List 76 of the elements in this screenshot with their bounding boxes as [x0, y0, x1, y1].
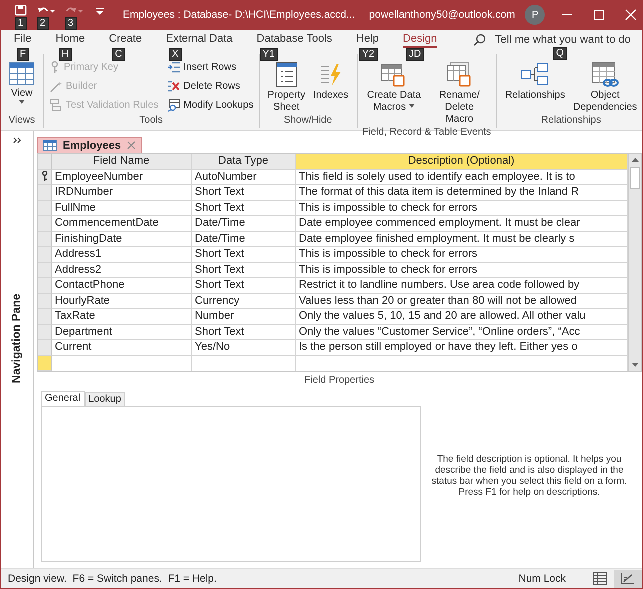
- tool-button[interactable]: Insert Rows: [166, 59, 254, 76]
- ribbon-button[interactable]: Relationships: [502, 62, 568, 102]
- data-type-cell[interactable]: Yes/No: [192, 340, 296, 356]
- description-cell[interactable]: Only the values 5, 10, 15 and 20 are allowed. All other valu: [296, 309, 628, 324]
- group-label: Field, Record & Table Events: [362, 126, 492, 140]
- field-name-cell[interactable]: Address1: [52, 247, 192, 262]
- field-name-cell[interactable]: HourlyRate: [52, 294, 192, 309]
- section-title: Field Properties: [303, 374, 376, 388]
- data-type-cell[interactable]: Date/Time: [192, 232, 296, 247]
- field-name-cell[interactable]: EmployeeNumber: [52, 170, 192, 185]
- ribbon-button[interactable]: Indexes: [310, 62, 352, 102]
- data-type-cell[interactable]: Short Text: [192, 200, 296, 216]
- field-name-cell[interactable]: Current: [52, 340, 192, 356]
- description-cell[interactable]: This is impossible to check for errors: [296, 262, 628, 278]
- data-type-cell[interactable]: Currency: [192, 294, 296, 309]
- keytip: C: [112, 48, 126, 60]
- field-name-cell[interactable]: FullNme: [52, 200, 192, 216]
- description-cell[interactable]: Only the values “Customer Service”, “Online orders”, “Acc: [296, 324, 628, 340]
- avatar[interactable]: P: [525, 5, 546, 25]
- help-text: The field description is optional. It helps you describe the field and is also displayed in the status bar when you select this field on a form. Press F1 for help on descriptions.: [430, 454, 628, 498]
- keytip: JD: [406, 48, 424, 60]
- description-cell[interactable]: Values less than 20 or greater than 80 will not be allowed: [296, 294, 628, 309]
- keytip: 3: [65, 17, 77, 30]
- keytip: H: [58, 48, 72, 60]
- field-name-cell[interactable]: Department: [52, 324, 192, 340]
- description-cell[interactable]: The format of this data item is determined by the Inland R: [296, 185, 628, 200]
- group-label: Tools: [138, 114, 164, 128]
- description-cell[interactable]: Date employee commenced employment. It must be clear: [296, 216, 628, 232]
- keytip: 1: [15, 17, 27, 30]
- field-name-cell[interactable]: TaxRate: [52, 309, 192, 324]
- keytip: X: [169, 48, 182, 60]
- field-name-cell[interactable]: FinishingDate: [52, 232, 192, 247]
- window-title: Employees : Database- D:\HCI\Employees.accd...: [123, 9, 356, 21]
- group-label: Show/Hide: [282, 114, 334, 128]
- field-name-cell[interactable]: Address2: [52, 262, 192, 278]
- keytip: 2: [37, 17, 49, 30]
- properties-tab[interactable]: Lookup: [84, 392, 126, 406]
- tool-button[interactable]: Modify Lookups: [166, 97, 254, 114]
- data-type-cell[interactable]: AutoNumber: [192, 170, 296, 185]
- description-cell[interactable]: This field is solely used to identify each employee. It is to: [296, 170, 628, 185]
- navigation-pane-label: Navigation Pane: [11, 294, 23, 384]
- keytip: F: [17, 48, 30, 60]
- keytip: Q: [553, 47, 568, 60]
- data-type-cell[interactable]: Short Text: [192, 247, 296, 262]
- description-cell[interactable]: This is impossible to check for errors: [296, 247, 628, 262]
- data-type-cell[interactable]: Date/Time: [192, 216, 296, 232]
- description-cell[interactable]: This is impossible to check for errors: [296, 200, 628, 216]
- data-type-cell[interactable]: Short Text: [192, 278, 296, 294]
- tool-button[interactable]: Delete Rows: [166, 78, 254, 95]
- num-lock-indicator: Num Lock: [518, 572, 566, 584]
- status-text: Design view. F6 = Switch panes. F1 = Help.: [7, 572, 218, 584]
- field-name-cell[interactable]: IRDNumber: [52, 185, 192, 200]
- properties-tab[interactable]: General: [41, 391, 85, 406]
- document-tab[interactable]: Employees: [37, 137, 142, 153]
- account-name[interactable]: powellanthony50@outlook.com: [369, 9, 516, 21]
- description-cell[interactable]: Restrict it to landline numbers. Use area code followed by: [296, 278, 628, 294]
- column-header[interactable]: Data Type: [192, 154, 296, 170]
- data-type-cell[interactable]: Short Text: [192, 262, 296, 278]
- ribbon-button[interactable]: Object Dependencies: [570, 62, 640, 114]
- keytip: Y1: [260, 48, 278, 60]
- field-name-cell[interactable]: ContactPhone: [52, 278, 192, 294]
- view-button[interactable]: View: [6, 62, 38, 106]
- ribbon-button[interactable]: Create Data Macros: [362, 62, 426, 114]
- column-header[interactable]: Field Name: [52, 154, 192, 170]
- ribbon-button[interactable]: Rename/ Delete Macro: [428, 62, 492, 126]
- description-cell[interactable]: Is the person still employed or have they left. Either yes o: [296, 340, 628, 356]
- group-label: Views: [8, 114, 36, 128]
- field-name-cell[interactable]: CommencementDate: [52, 216, 192, 232]
- data-type-cell[interactable]: Number: [192, 309, 296, 324]
- description-cell[interactable]: Date employee finished employment. It must be clearly s: [296, 232, 628, 247]
- ribbon-button[interactable]: Property Sheet: [264, 62, 308, 114]
- group-label: Relationships: [540, 114, 602, 128]
- data-type-cell[interactable]: Short Text: [192, 324, 296, 340]
- column-header[interactable]: Description (Optional): [296, 154, 628, 170]
- data-type-cell[interactable]: Short Text: [192, 185, 296, 200]
- keytip: Y2: [359, 48, 378, 60]
